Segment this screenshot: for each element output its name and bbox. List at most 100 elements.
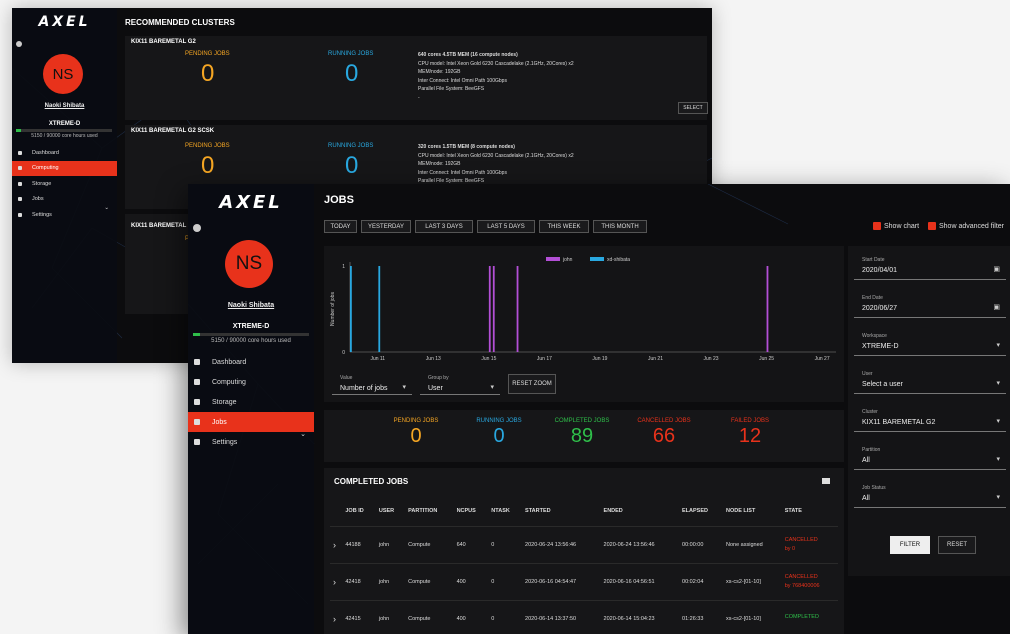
x-tick-label: Jun 17 (537, 356, 552, 362)
jobs-chart[interactable]: 0 1 Number of jobs Jun 11 Jun 13 Jun 15 Jun 17… (324, 246, 844, 372)
stat-label: COMPLETED JOBS (554, 418, 610, 424)
sidebar-item-storage[interactable]: Storage (188, 392, 314, 412)
filter-start-date[interactable]: Start Date 2020/04/01 ▣ (854, 254, 1006, 280)
cell-ntask: 0 (488, 562, 523, 600)
column-header[interactable]: STATE (782, 496, 838, 526)
filter-workspace[interactable]: Workspace XTREME-D ▾ (854, 330, 1006, 356)
expand-row-icon[interactable]: › (330, 525, 343, 563)
jobs-chart-panel: 0 1 Number of jobs Jun 11 Jun 13 Jun 15 Jun 17… (324, 246, 844, 402)
legend-swatch (546, 257, 560, 261)
cluster-specs: 320 cores 1.5TB MEM (8 compute nodes) CP… (418, 143, 574, 186)
cell-user: john (375, 599, 406, 634)
expand-row-icon[interactable]: › (330, 562, 343, 600)
range-button-last-5-days[interactable]: LAST 5 DAYS (477, 220, 535, 233)
page-title: RECOMMENDED CLUSTERS (125, 18, 235, 27)
table-header: JOB ID USER PARTITION NCPUS NTASK STARTED ENDE… (330, 496, 838, 526)
x-tick-label: Jun 19 (592, 356, 607, 362)
user-name[interactable]: Naoki Shibata (188, 302, 314, 309)
table-row[interactable]: › 42415 john Compute 400 0 2020-06-14 13:37:50… (330, 599, 838, 634)
bar-john[interactable] (488, 266, 491, 352)
calendar-icon[interactable]: ▣ (993, 303, 1000, 311)
cell-nodes: xs-cs2-[01-10] (723, 562, 782, 600)
range-button-today[interactable]: TODAY (324, 220, 357, 233)
chevron-down-icon[interactable]: ▾ (996, 341, 1000, 349)
sidebar-item-computing[interactable]: Computing (188, 372, 314, 392)
chevron-down-icon[interactable]: ▾ (996, 455, 1000, 463)
column-header[interactable]: JOB ID (342, 496, 375, 526)
user-name[interactable]: Naoki Shibata (12, 103, 117, 109)
chevron-down-icon[interactable]: ▾ (996, 493, 1000, 501)
cell-ended: 2020-06-14 15:04:23 (600, 599, 680, 634)
filter-cluster[interactable]: Cluster KIX11 BAREMETAL G2 ▾ (854, 406, 1006, 432)
calendar-icon[interactable]: ▣ (993, 265, 1000, 273)
column-header[interactable]: ENDED (601, 496, 679, 526)
column-header[interactable]: STARTED (522, 496, 600, 526)
chevron-down-icon[interactable]: ▾ (996, 379, 1000, 387)
sidebar-item-computing[interactable]: Computing (12, 160, 117, 176)
sidebar-item-settings[interactable]: Settings ⌄ (188, 431, 314, 452)
cell-nodes: None assigned (723, 525, 782, 563)
filter-button[interactable]: FILTER (890, 536, 930, 554)
cluster-card[interactable]: KIX11 BAREMETAL G2 PENDING JOBS 0 RUNNIN… (125, 36, 708, 120)
bar-xd-shibata[interactable] (350, 266, 352, 352)
bar-john[interactable] (492, 266, 495, 352)
group-by-select[interactable]: Group by User ▾ (420, 372, 500, 395)
cell-job: 42418 (342, 562, 376, 600)
range-button-yesterday[interactable]: YESTERDAY (361, 220, 411, 233)
sidebar-item-label: Dashboard (212, 358, 247, 366)
state-detail: by 768400006 (784, 583, 820, 589)
range-button-last-3-days[interactable]: LAST 3 DAYS (415, 220, 473, 233)
x-tick-label: Jun 11 (370, 356, 385, 362)
checkbox-checked-icon[interactable] (873, 222, 881, 230)
cell-job: 42415 (342, 599, 376, 634)
user-icon[interactable] (16, 41, 22, 47)
reset-zoom-button[interactable]: RESET ZOOM (508, 374, 556, 394)
expand-row-icon[interactable]: › (330, 599, 343, 634)
bar-john[interactable] (516, 266, 519, 352)
bar-john[interactable] (766, 266, 769, 352)
column-header[interactable]: NCPUS (454, 496, 489, 526)
filter-job-status[interactable]: Job Status All ▾ (854, 482, 1006, 508)
avatar[interactable]: NS (225, 240, 273, 288)
user-icon[interactable] (193, 224, 201, 232)
table-row[interactable]: › 42418 john Compute 400 0 2020-06-16 04:54:47… (330, 562, 838, 600)
hours-used: 5150 / 90000 core hours used (31, 133, 98, 139)
sidebar-item-dashboard[interactable]: Dashboard (12, 145, 117, 160)
page-title: JOBS (324, 194, 354, 206)
settings-icon (18, 212, 22, 217)
legend-label: xd-shibata (607, 257, 630, 263)
bar-xd-shibata[interactable] (378, 266, 381, 352)
column-header[interactable]: PARTITION (405, 496, 453, 526)
column-header[interactable]: NODE LIST (723, 496, 782, 526)
column-header[interactable]: USER (376, 496, 405, 526)
workspace-name: XTREME-D (48, 121, 81, 127)
sidebar-item-label: Computing (212, 378, 246, 386)
sidebar-item-jobs[interactable]: Jobs (12, 192, 117, 207)
state-detail: by 0 (784, 546, 796, 552)
range-button-this-week[interactable]: THIS WEEK (539, 220, 589, 233)
range-button-this-month[interactable]: THIS MONTH (593, 220, 647, 233)
select-button[interactable]: SELECT (678, 102, 708, 114)
spec-line: - (418, 94, 420, 101)
dashboard-icon (194, 359, 200, 365)
filter-partition[interactable]: Partition All ▾ (854, 444, 1006, 470)
checkbox-checked-icon[interactable] (928, 222, 936, 230)
value-select[interactable]: Value Number of jobs ▾ (332, 372, 412, 395)
table-row[interactable]: › 44188 john Compute 640 0 2020-06-24 13:56:46… (330, 525, 838, 563)
sidebar-item-dashboard[interactable]: Dashboard (188, 352, 314, 372)
export-icon[interactable] (822, 478, 830, 484)
reset-button[interactable]: RESET (938, 536, 976, 554)
sidebar-item-storage[interactable]: Storage (12, 176, 117, 191)
filter-end-date[interactable]: End Date 2020/06/27 ▣ (854, 292, 1006, 318)
avatar[interactable]: NS (43, 54, 83, 94)
sidebar-item-jobs[interactable]: Jobs (188, 412, 314, 432)
filter-value: 2020/06/27 (862, 305, 898, 312)
show-chart-toggle[interactable]: Show chart (873, 222, 919, 230)
chevron-down-icon[interactable]: ▾ (996, 417, 1000, 425)
column-header[interactable]: NTASK (488, 496, 522, 526)
filter-user[interactable]: User Select a user ▾ (854, 368, 1006, 394)
show-advanced-filter-toggle[interactable]: Show advanced filter (928, 222, 1004, 230)
sidebar-item-settings[interactable]: Settings ⌄ (12, 205, 117, 222)
column-header[interactable]: ELAPSED (679, 496, 723, 526)
filter-label: Job Status (862, 485, 886, 491)
